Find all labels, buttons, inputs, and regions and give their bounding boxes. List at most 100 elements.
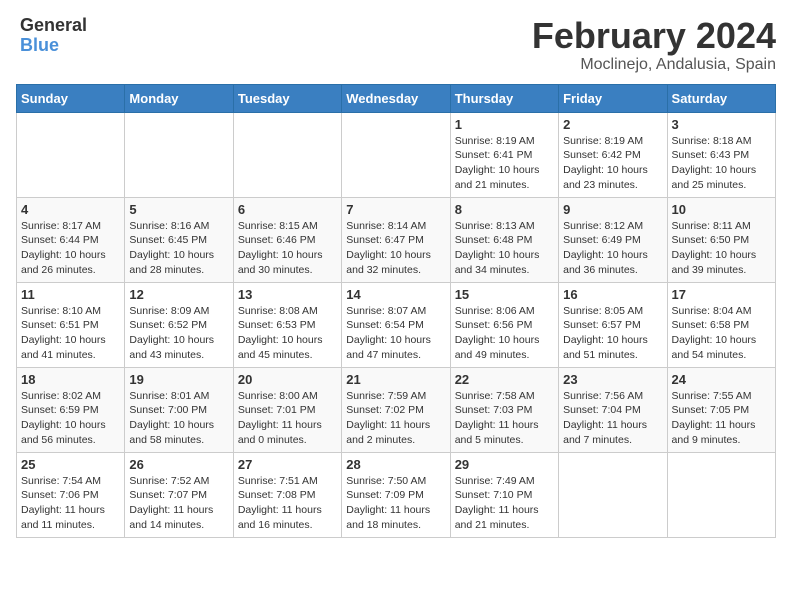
calendar-cell: 11 Sunrise: 8:10 AM Sunset: 6:51 PM Dayli… [17, 282, 125, 367]
logo-text: General Blue [20, 16, 87, 56]
weekday-header-saturday: Saturday [667, 84, 775, 112]
day-info: Sunrise: 7:56 AM Sunset: 7:04 PM Dayligh… [563, 389, 662, 448]
calendar-cell: 29 Sunrise: 7:49 AM Sunset: 7:10 PM Dayli… [450, 452, 558, 537]
day-info: Sunrise: 8:05 AM Sunset: 6:57 PM Dayligh… [563, 304, 662, 363]
calendar-cell: 26 Sunrise: 7:52 AM Sunset: 7:07 PM Dayli… [125, 452, 233, 537]
location-title: Moclinejo, Andalusia, Spain [532, 56, 776, 74]
title-area: February 2024 Moclinejo, Andalusia, Spai… [532, 16, 776, 74]
calendar-cell [17, 112, 125, 197]
calendar-cell: 13 Sunrise: 8:08 AM Sunset: 6:53 PM Dayli… [233, 282, 341, 367]
calendar-cell: 1 Sunrise: 8:19 AM Sunset: 6:41 PM Daylig… [450, 112, 558, 197]
calendar-cell: 7Sunrise: 8:14 AM Sunset: 6:47 PM Daylig… [342, 197, 450, 282]
day-number: 27 [238, 457, 337, 472]
calendar-cell: 10 Sunrise: 8:11 AM Sunset: 6:50 PM Dayli… [667, 197, 775, 282]
day-number: 23 [563, 372, 662, 387]
calendar-cell: 21 Sunrise: 7:59 AM Sunset: 7:02 PM Dayli… [342, 367, 450, 452]
day-number: 3 [672, 117, 771, 132]
day-number: 24 [672, 372, 771, 387]
day-number: 26 [129, 457, 228, 472]
day-number: 6 [238, 202, 337, 217]
day-info: Sunrise: 7:59 AM Sunset: 7:02 PM Dayligh… [346, 389, 445, 448]
month-title: February 2024 [532, 16, 776, 56]
calendar-cell: 5Sunrise: 8:16 AM Sunset: 6:45 PM Daylig… [125, 197, 233, 282]
day-number: 25 [21, 457, 120, 472]
day-info: Sunrise: 8:02 AM Sunset: 6:59 PM Dayligh… [21, 389, 120, 448]
calendar-cell: 18 Sunrise: 8:02 AM Sunset: 6:59 PM Dayli… [17, 367, 125, 452]
week-row-3: 11 Sunrise: 8:10 AM Sunset: 6:51 PM Dayli… [17, 282, 776, 367]
weekday-header-thursday: Thursday [450, 84, 558, 112]
day-info: Sunrise: 8:10 AM Sunset: 6:51 PM Dayligh… [21, 304, 120, 363]
day-number: 9 [563, 202, 662, 217]
weekday-header-monday: Monday [125, 84, 233, 112]
day-number: 10 [672, 202, 771, 217]
calendar-cell: 24 Sunrise: 7:55 AM Sunset: 7:05 PM Dayli… [667, 367, 775, 452]
weekday-header-tuesday: Tuesday [233, 84, 341, 112]
calendar-cell: 6 Sunrise: 8:15 AM Sunset: 6:46 PM Daylig… [233, 197, 341, 282]
calendar-cell: 3 Sunrise: 8:18 AM Sunset: 6:43 PM Daylig… [667, 112, 775, 197]
weekday-header-friday: Friday [559, 84, 667, 112]
day-number: 7 [346, 202, 445, 217]
day-number: 12 [129, 287, 228, 302]
day-number: 11 [21, 287, 120, 302]
calendar-cell: 28Sunrise: 7:50 AM Sunset: 7:09 PM Dayli… [342, 452, 450, 537]
calendar-cell: 17 Sunrise: 8:04 AM Sunset: 6:58 PM Dayli… [667, 282, 775, 367]
day-info: Sunrise: 8:18 AM Sunset: 6:43 PM Dayligh… [672, 134, 771, 193]
calendar-cell: 25 Sunrise: 7:54 AM Sunset: 7:06 PM Dayli… [17, 452, 125, 537]
calendar-cell: 15 Sunrise: 8:06 AM Sunset: 6:56 PM Dayli… [450, 282, 558, 367]
day-info: Sunrise: 7:54 AM Sunset: 7:06 PM Dayligh… [21, 474, 120, 533]
week-row-2: 4Sunrise: 8:17 AM Sunset: 6:44 PM Daylig… [17, 197, 776, 282]
day-number: 16 [563, 287, 662, 302]
day-number: 22 [455, 372, 554, 387]
calendar-cell [559, 452, 667, 537]
day-info: Sunrise: 8:04 AM Sunset: 6:58 PM Dayligh… [672, 304, 771, 363]
day-info: Sunrise: 8:00 AM Sunset: 7:01 PM Dayligh… [238, 389, 337, 448]
calendar-cell: 22 Sunrise: 7:58 AM Sunset: 7:03 PM Dayli… [450, 367, 558, 452]
calendar-cell: 19Sunrise: 8:01 AM Sunset: 7:00 PM Dayli… [125, 367, 233, 452]
day-info: Sunrise: 8:13 AM Sunset: 6:48 PM Dayligh… [455, 219, 554, 278]
calendar-cell: 23 Sunrise: 7:56 AM Sunset: 7:04 PM Dayli… [559, 367, 667, 452]
day-info: Sunrise: 7:52 AM Sunset: 7:07 PM Dayligh… [129, 474, 228, 533]
day-info: Sunrise: 8:11 AM Sunset: 6:50 PM Dayligh… [672, 219, 771, 278]
day-info: Sunrise: 8:09 AM Sunset: 6:52 PM Dayligh… [129, 304, 228, 363]
day-info: Sunrise: 8:19 AM Sunset: 6:41 PM Dayligh… [455, 134, 554, 193]
calendar-cell: 12 Sunrise: 8:09 AM Sunset: 6:52 PM Dayli… [125, 282, 233, 367]
day-info: Sunrise: 7:55 AM Sunset: 7:05 PM Dayligh… [672, 389, 771, 448]
calendar-cell [125, 112, 233, 197]
day-number: 21 [346, 372, 445, 387]
day-number: 13 [238, 287, 337, 302]
day-info: Sunrise: 7:51 AM Sunset: 7:08 PM Dayligh… [238, 474, 337, 533]
header: General Blue February 2024 Moclinejo, An… [16, 16, 776, 74]
week-row-4: 18 Sunrise: 8:02 AM Sunset: 6:59 PM Dayli… [17, 367, 776, 452]
day-info: Sunrise: 8:12 AM Sunset: 6:49 PM Dayligh… [563, 219, 662, 278]
day-number: 2 [563, 117, 662, 132]
calendar-cell [233, 112, 341, 197]
day-number: 20 [238, 372, 337, 387]
weekday-header-wednesday: Wednesday [342, 84, 450, 112]
logo-blue: Blue [20, 36, 87, 56]
day-info: Sunrise: 7:58 AM Sunset: 7:03 PM Dayligh… [455, 389, 554, 448]
day-number: 18 [21, 372, 120, 387]
day-info: Sunrise: 7:49 AM Sunset: 7:10 PM Dayligh… [455, 474, 554, 533]
day-number: 29 [455, 457, 554, 472]
day-number: 28 [346, 457, 445, 472]
day-number: 15 [455, 287, 554, 302]
day-info: Sunrise: 8:01 AM Sunset: 7:00 PM Dayligh… [129, 389, 228, 448]
calendar-cell: 14 Sunrise: 8:07 AM Sunset: 6:54 PM Dayli… [342, 282, 450, 367]
calendar-table: SundayMondayTuesdayWednesdayThursdayFrid… [16, 84, 776, 538]
day-info: Sunrise: 8:07 AM Sunset: 6:54 PM Dayligh… [346, 304, 445, 363]
day-number: 17 [672, 287, 771, 302]
day-info: Sunrise: 8:08 AM Sunset: 6:53 PM Dayligh… [238, 304, 337, 363]
day-number: 8 [455, 202, 554, 217]
day-number: 14 [346, 287, 445, 302]
day-info: Sunrise: 8:17 AM Sunset: 6:44 PM Dayligh… [21, 219, 120, 278]
calendar-cell: 27 Sunrise: 7:51 AM Sunset: 7:08 PM Dayli… [233, 452, 341, 537]
day-info: Sunrise: 8:15 AM Sunset: 6:46 PM Dayligh… [238, 219, 337, 278]
week-row-5: 25 Sunrise: 7:54 AM Sunset: 7:06 PM Dayli… [17, 452, 776, 537]
calendar-cell: 4Sunrise: 8:17 AM Sunset: 6:44 PM Daylig… [17, 197, 125, 282]
calendar-cell: 20 Sunrise: 8:00 AM Sunset: 7:01 PM Dayli… [233, 367, 341, 452]
day-info: Sunrise: 8:06 AM Sunset: 6:56 PM Dayligh… [455, 304, 554, 363]
week-row-1: 1 Sunrise: 8:19 AM Sunset: 6:41 PM Daylig… [17, 112, 776, 197]
day-number: 5 [129, 202, 228, 217]
day-number: 1 [455, 117, 554, 132]
calendar-cell: 8 Sunrise: 8:13 AM Sunset: 6:48 PM Daylig… [450, 197, 558, 282]
